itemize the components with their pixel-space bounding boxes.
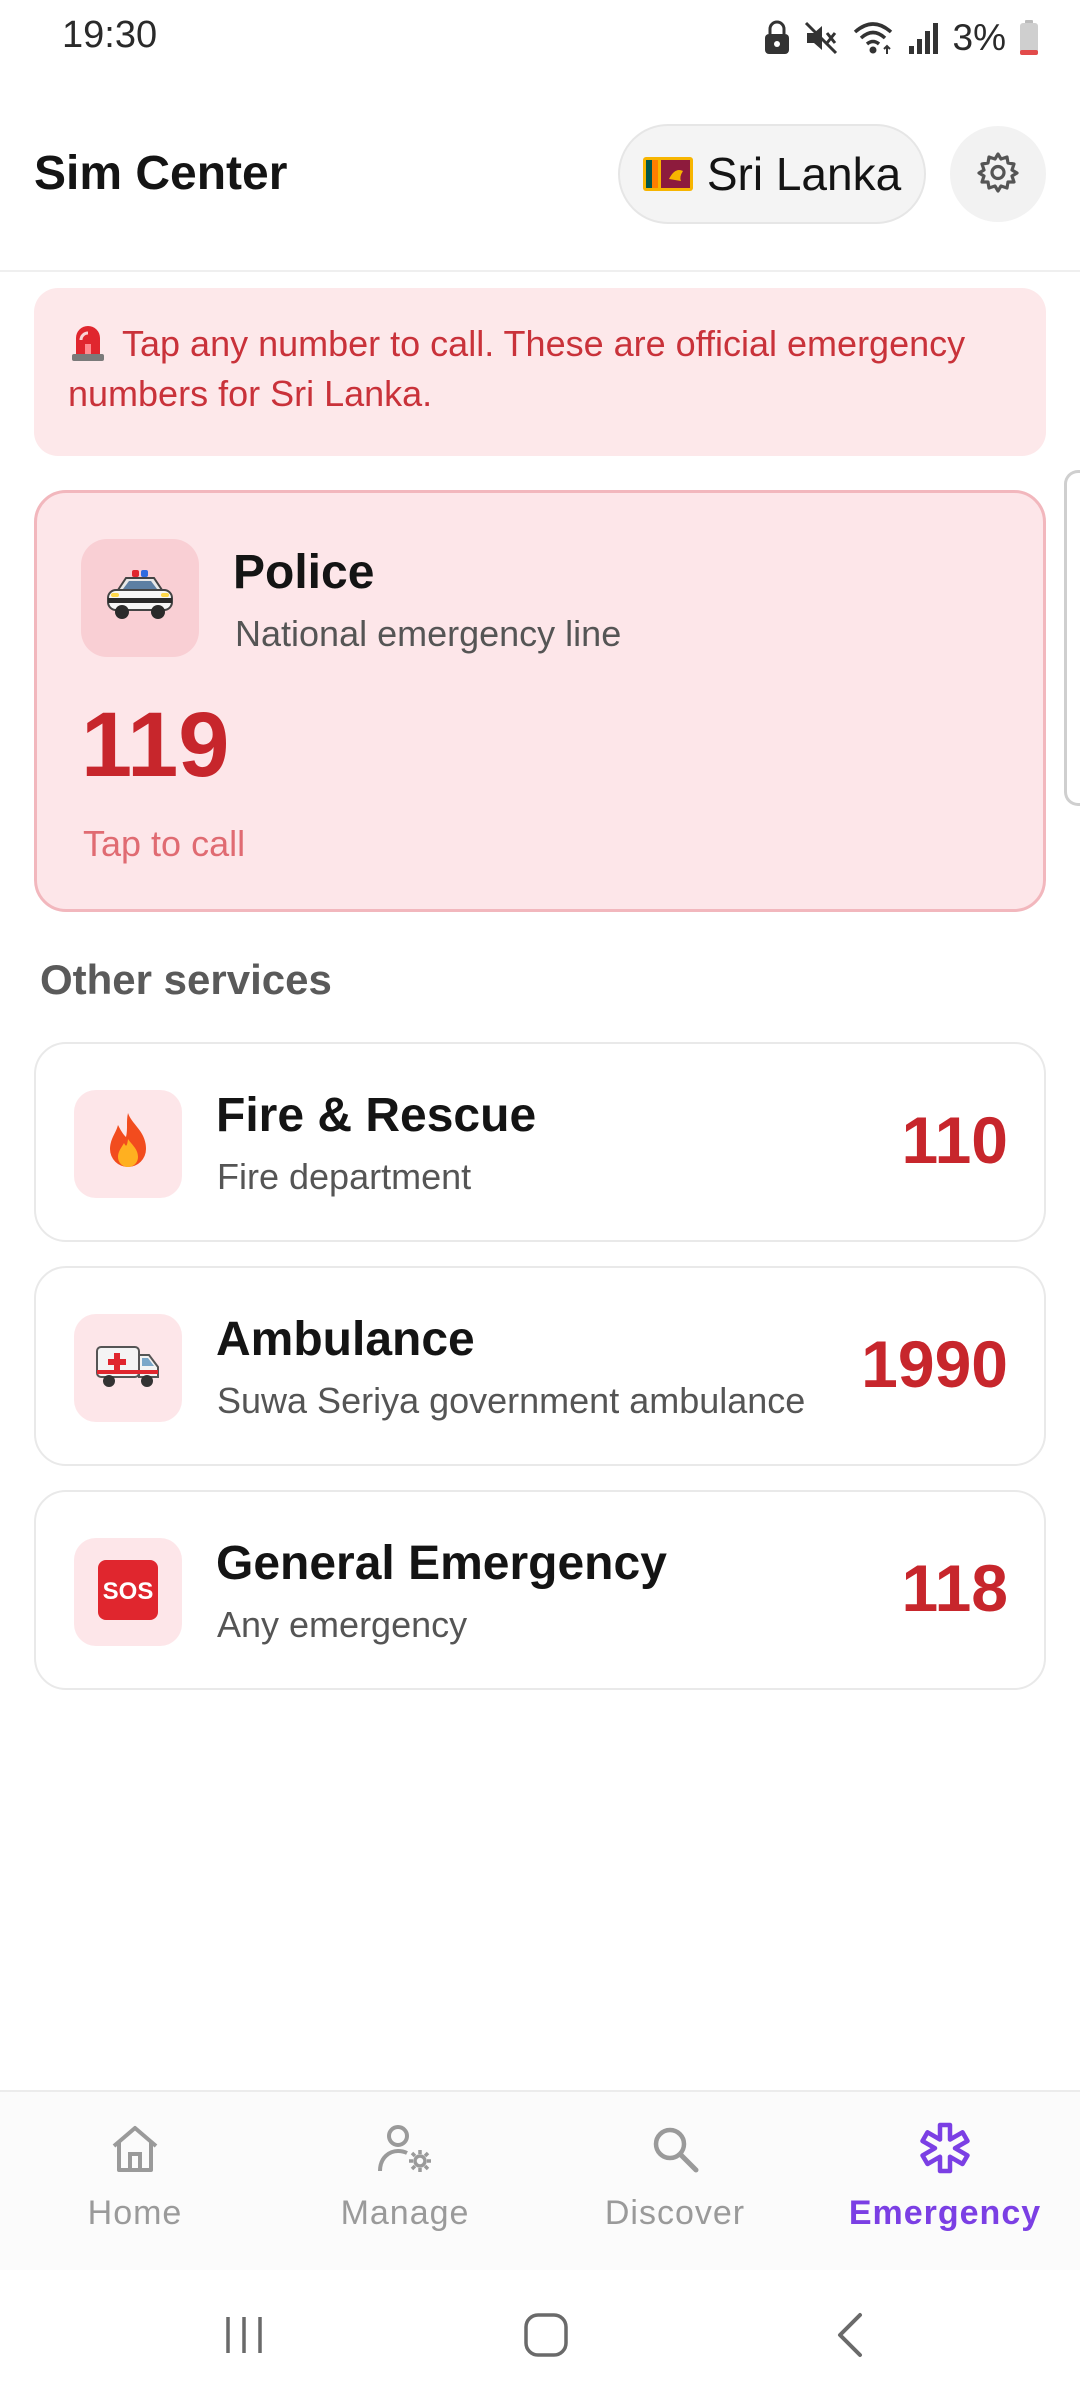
- featured-icon-box: [81, 539, 199, 657]
- home-icon: [109, 2118, 161, 2180]
- nav-label: Discover: [604, 2194, 746, 2232]
- app-title: Sim Center: [34, 147, 288, 200]
- battery-icon: [1018, 19, 1040, 57]
- service-icon-box: [74, 1090, 182, 1198]
- nav-home[interactable]: Home: [0, 2118, 270, 2258]
- nav-label: Emergency: [848, 2194, 1042, 2232]
- svg-text:SOS: SOS: [103, 1578, 154, 1605]
- police-car-icon: [104, 568, 176, 629]
- featured-emergency-card[interactable]: Police National emergency line 119 Tap t…: [34, 490, 1046, 912]
- wifi-icon: [851, 20, 895, 56]
- service-card-fire[interactable]: Fire & Rescue Fire department 110: [34, 1042, 1046, 1242]
- app-header: Sim Center Sri Lanka: [0, 110, 1080, 272]
- service-icon-box: [74, 1314, 182, 1422]
- bottom-nav: Home Manage Discover Emergency: [0, 2090, 1080, 2270]
- service-number[interactable]: 110: [902, 1102, 1008, 1178]
- service-card-ambulance[interactable]: Ambulance Suwa Seriya government ambulan…: [34, 1266, 1046, 1466]
- banner-text: Tap any number to call. These are offici…: [68, 323, 966, 414]
- medical-star-icon: [917, 2118, 973, 2180]
- home-button[interactable]: [486, 2300, 606, 2370]
- service-name: Ambulance: [216, 1313, 475, 1366]
- battery-percent: 3%: [952, 17, 1006, 58]
- settings-button[interactable]: [950, 126, 1046, 222]
- service-description: Suwa Seriya government ambulance: [217, 1380, 806, 1421]
- country-selector[interactable]: Sri Lanka: [618, 124, 926, 224]
- service-number[interactable]: 118: [902, 1550, 1008, 1626]
- gear-icon: [976, 150, 1020, 199]
- nav-label: Manage: [340, 2194, 470, 2232]
- featured-title: Police: [233, 546, 375, 599]
- signal-icon: [907, 20, 941, 56]
- service-name: Fire & Rescue: [216, 1089, 537, 1142]
- service-description: Fire department: [217, 1156, 472, 1197]
- nav-emergency[interactable]: Emergency: [810, 2118, 1080, 2258]
- nav-label: Home: [87, 2194, 183, 2232]
- country-name: Sri Lanka: [706, 148, 902, 200]
- recents-button[interactable]: [184, 2300, 304, 2370]
- search-icon: [650, 2118, 700, 2180]
- service-card-general[interactable]: SOS General Emergency Any emergency 118: [34, 1490, 1046, 1690]
- status-time: 19:30: [62, 14, 158, 56]
- lock-icon: [763, 20, 791, 56]
- status-bar: 19:30 3%: [0, 0, 1080, 80]
- fire-icon: [100, 1111, 156, 1178]
- system-nav-bar: [0, 2270, 1080, 2400]
- service-icon-box: SOS: [74, 1538, 182, 1646]
- status-icons: 3%: [763, 14, 1040, 62]
- nav-discover[interactable]: Discover: [540, 2118, 810, 2258]
- featured-number[interactable]: 119: [81, 693, 229, 798]
- nav-manage[interactable]: Manage: [270, 2118, 540, 2258]
- back-button[interactable]: [790, 2300, 910, 2370]
- mute-icon: [803, 20, 839, 56]
- service-number[interactable]: 1990: [861, 1326, 1008, 1402]
- siren-icon: [68, 318, 108, 362]
- featured-subtitle: National emergency line: [235, 613, 622, 654]
- edge-panel-handle[interactable]: [1064, 470, 1080, 806]
- info-banner: Tap any number to call. These are offici…: [34, 288, 1046, 456]
- sri-lanka-flag-icon: [642, 157, 693, 191]
- ambulance-icon: [95, 1341, 161, 1396]
- manage-user-icon: [376, 2118, 434, 2180]
- service-description: Any emergency: [217, 1604, 468, 1645]
- tap-to-call-label: Tap to call: [83, 823, 246, 864]
- service-name: General Emergency: [216, 1537, 667, 1590]
- section-title: Other services: [40, 956, 332, 1003]
- sos-icon: SOS: [96, 1558, 160, 1627]
